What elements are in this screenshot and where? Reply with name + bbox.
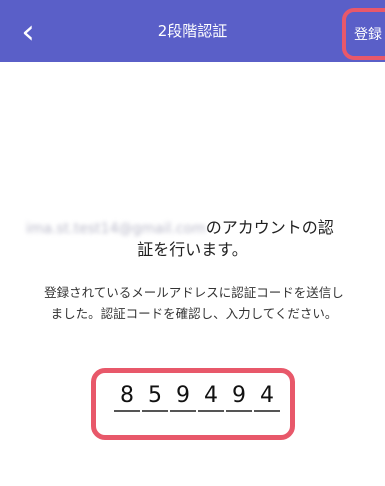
instruction-message: 登録されているメールアドレスに認証コードを送信し ました。認証コードを確認し、入… bbox=[14, 282, 374, 324]
register-highlight: 登録 bbox=[342, 8, 385, 60]
code-digits: 8 5 9 4 9 4 bbox=[114, 383, 280, 412]
navbar: ‹ 2段階認証 登録 bbox=[0, 0, 385, 62]
account-info-line: ima.st.test14@gmail.comのアカウントの認 bbox=[0, 214, 385, 238]
register-button[interactable]: 登録 bbox=[354, 24, 382, 44]
code-digit: 8 bbox=[114, 383, 140, 412]
page-title: 2段階認証 bbox=[157, 22, 228, 40]
instruction-line-2: ました。認証コードを確認し、入力してください。 bbox=[50, 306, 338, 321]
code-digit: 9 bbox=[170, 383, 196, 412]
instruction-line-1: 登録されているメールアドレスに認証コードを送信し bbox=[44, 285, 344, 300]
code-digit: 9 bbox=[226, 383, 252, 412]
code-digit: 4 bbox=[254, 383, 280, 412]
account-text: のアカウントの認 bbox=[205, 218, 334, 237]
verification-code-input[interactable]: 8 5 9 4 9 4 bbox=[91, 368, 295, 440]
account-info-line2: 証を行います。 bbox=[137, 240, 248, 259]
masked-email: ima.st.test14@gmail.com bbox=[26, 221, 206, 237]
code-digit: 5 bbox=[142, 383, 168, 412]
code-digit: 4 bbox=[198, 383, 224, 412]
